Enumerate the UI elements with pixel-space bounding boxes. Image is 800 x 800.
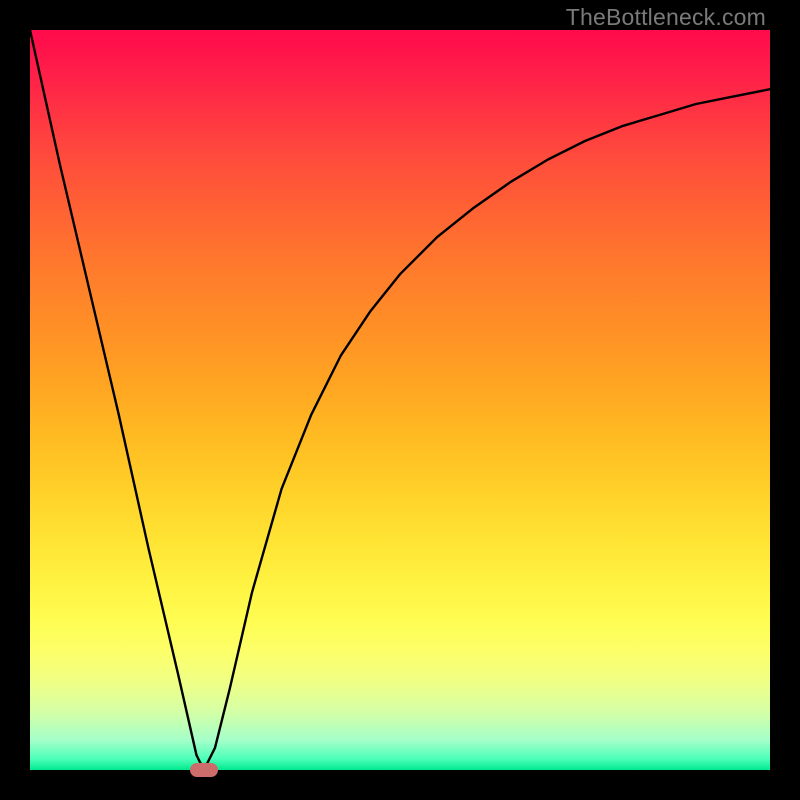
- optimal-point-marker: [190, 763, 218, 777]
- watermark-text: TheBottleneck.com: [566, 4, 766, 31]
- bottleneck-curve: [30, 30, 770, 770]
- plot-area: [30, 30, 770, 770]
- curve-path: [30, 30, 770, 770]
- chart-frame: TheBottleneck.com: [0, 0, 800, 800]
